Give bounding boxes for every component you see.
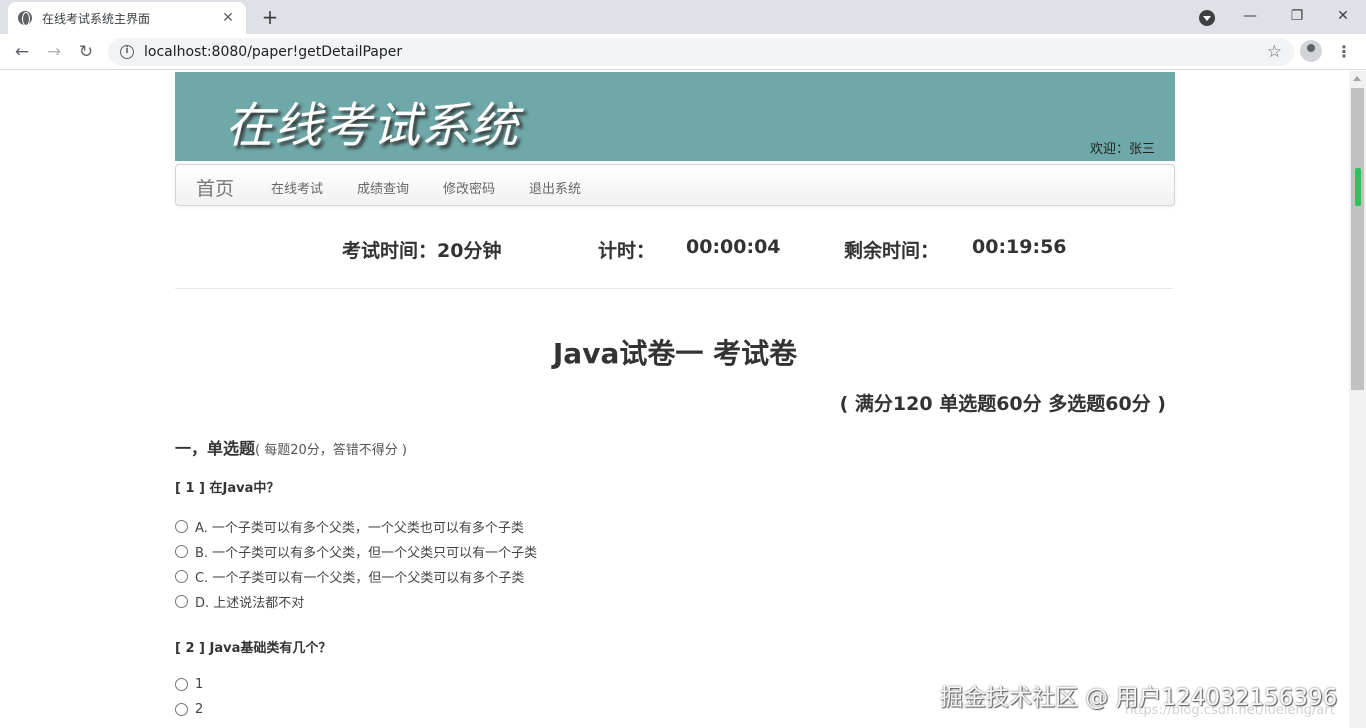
site-banner: 在线考试系统 欢迎：张三 — [175, 72, 1175, 161]
nav-change-password[interactable]: 修改密码 — [443, 178, 495, 197]
tab-strip: 在线考试系统主界面 ✕ + — ❐ ✕ — [0, 0, 1366, 34]
divider — [175, 288, 1173, 289]
tab-title: 在线考试系统主界面 — [42, 11, 151, 26]
welcome-text: 欢迎：张三 — [1089, 142, 1155, 157]
option-label: A. 一个子类可以有多个父类，一个父类也可以有多个子类 — [195, 521, 524, 536]
question-2-text: [ 2 ] Java基础类有几个？ — [175, 641, 332, 656]
url-text[interactable]: localhost:8080/paper!getDetailPaper — [144, 44, 1267, 60]
option-label: 1 — [195, 677, 204, 692]
minimize-button[interactable]: — — [1230, 4, 1270, 28]
bookmark-star-icon[interactable]: ☆ — [1267, 42, 1282, 62]
question-2-option-2[interactable]: 2 — [175, 702, 203, 717]
question-1-text: [ 1 ] 在Java中？ — [175, 481, 280, 496]
address-bar: ← → ↻ i localhost:8080/paper!getDetailPa… — [0, 34, 1366, 70]
nav-online-exam[interactable]: 在线考试 — [271, 178, 323, 197]
section-note: ( 每题20分，答错不得分 ) — [255, 443, 407, 458]
question-1-option-a[interactable]: A. 一个子类可以有多个父类，一个父类也可以有多个子类 — [175, 517, 524, 536]
reload-button[interactable]: ↻ — [74, 40, 98, 64]
browser-menu-icon[interactable]: ⋮ — [1334, 40, 1354, 64]
profile-avatar-icon[interactable] — [1300, 40, 1322, 62]
elapsed-value: 00:00:04 — [686, 236, 781, 258]
option-label: D. 上述说法都不对 — [195, 596, 305, 611]
community-watermark: 掘金技术社区 @ 用户124032156396 — [940, 685, 1338, 711]
question-2-option-1[interactable]: 1 — [175, 677, 203, 692]
scrollbar-thumb[interactable] — [1351, 88, 1364, 390]
site-logo: 在线考试系统 — [225, 98, 520, 154]
main-navbar: 首页 在线考试 成绩查询 修改密码 退出系统 — [175, 164, 1175, 206]
scroll-up-arrow-icon[interactable] — [1353, 76, 1361, 81]
radio-button[interactable] — [175, 520, 188, 533]
question-1-option-b[interactable]: B. 一个子类可以有多个父类，但一个父类只可以有一个子类 — [175, 542, 537, 561]
exam-duration: 考试时间：20分钟 — [342, 240, 502, 262]
forward-button[interactable]: → — [42, 40, 66, 64]
remaining-value: 00:19:56 — [972, 236, 1067, 258]
option-label: 2 — [195, 702, 204, 717]
radio-button[interactable] — [175, 545, 188, 558]
paper-score-summary: ( 满分120 单选题60分 多选题60分 ) — [839, 393, 1166, 415]
nav-logout[interactable]: 退出系统 — [529, 178, 581, 197]
back-button[interactable]: ← — [10, 40, 34, 64]
paper-title: Java试卷一 考试卷 — [552, 337, 798, 370]
option-label: B. 一个子类可以有多个父类，但一个父类只可以有一个子类 — [195, 546, 538, 561]
omnibox[interactable]: i localhost:8080/paper!getDetailPaper ☆ — [108, 38, 1294, 66]
scroll-indicator — [1355, 168, 1361, 206]
info-icon[interactable]: i — [120, 45, 134, 59]
remaining-label: 剩余时间： — [844, 240, 940, 262]
new-tab-button[interactable]: + — [258, 5, 282, 29]
option-label: C. 一个子类可以有一个父类，但一个父类可以有多个子类 — [195, 571, 525, 586]
question-1-option-d[interactable]: D. 上述说法都不对 — [175, 592, 304, 611]
radio-button[interactable] — [175, 595, 188, 608]
section-heading: 一，单选题( 每题20分，答错不得分 ) — [175, 435, 407, 459]
radio-button[interactable] — [175, 703, 188, 716]
elapsed-label: 计时： — [598, 240, 656, 262]
radio-button[interactable] — [175, 678, 188, 691]
globe-icon — [18, 11, 32, 26]
radio-button[interactable] — [175, 570, 188, 583]
section-title: 一，单选题 — [175, 439, 256, 458]
restore-button[interactable]: ❐ — [1277, 4, 1317, 28]
question-1-option-c[interactable]: C. 一个子类可以有一个父类，但一个父类可以有多个子类 — [175, 567, 524, 586]
nav-home[interactable]: 首页 — [196, 174, 234, 201]
download-icon[interactable] — [1199, 10, 1215, 26]
browser-tab[interactable]: 在线考试系统主界面 ✕ — [8, 2, 246, 34]
window-close-button[interactable]: ✕ — [1323, 4, 1363, 28]
tab-close-icon[interactable]: ✕ — [220, 10, 236, 26]
nav-score-query[interactable]: 成绩查询 — [357, 178, 409, 197]
